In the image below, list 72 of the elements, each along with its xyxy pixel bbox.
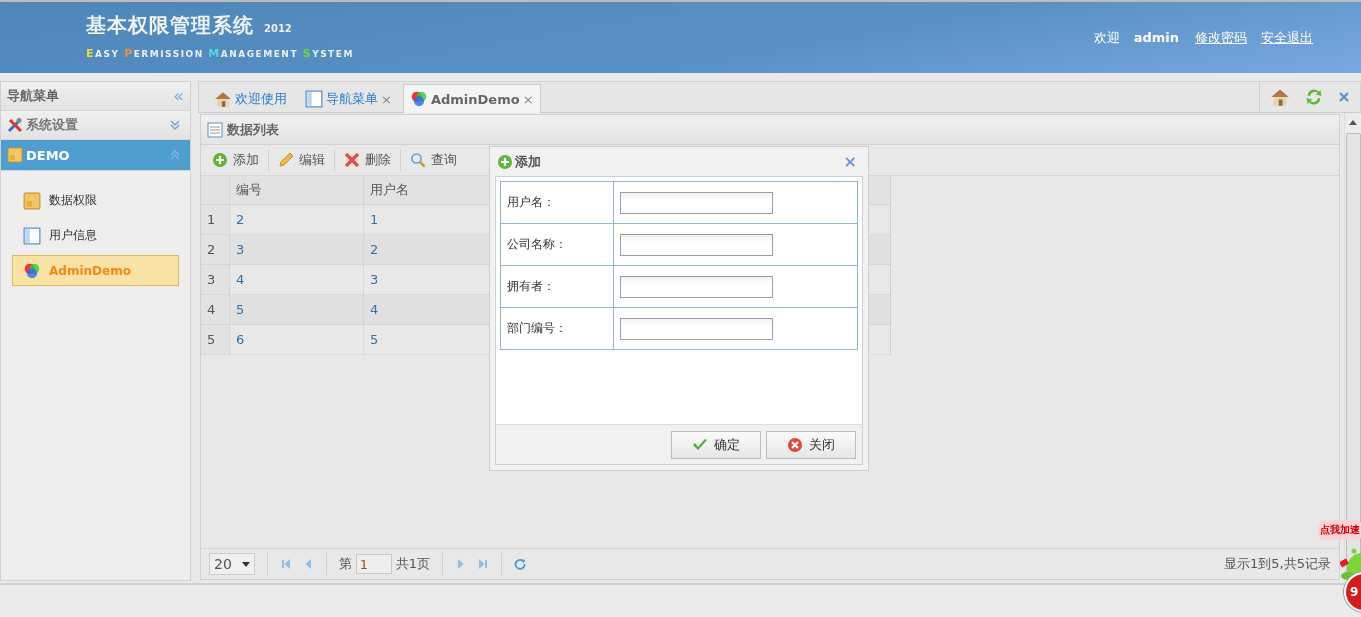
field-label: 公司名称： bbox=[500, 223, 614, 266]
toolbar-button[interactable]: 删除 bbox=[341, 151, 394, 169]
sidebar-item[interactable]: 用户信息 bbox=[12, 220, 179, 251]
folder-icon bbox=[23, 191, 41, 210]
cancel-icon bbox=[787, 436, 803, 453]
caret-icon bbox=[241, 561, 250, 567]
table-cell: 3 bbox=[230, 235, 364, 264]
house-icon[interactable] bbox=[1270, 87, 1290, 107]
house-icon bbox=[214, 90, 232, 108]
header-link[interactable]: 安全退出 bbox=[1261, 28, 1313, 47]
close-tab-button[interactable]: × bbox=[381, 91, 392, 107]
field-label: 用户名： bbox=[500, 181, 614, 224]
input-field[interactable] bbox=[620, 275, 773, 298]
column-header[interactable]: 编号 bbox=[230, 176, 364, 204]
input-field[interactable] bbox=[620, 233, 773, 256]
dialog-title: 添加 bbox=[515, 152, 542, 171]
layout-icon bbox=[23, 226, 41, 245]
chevron-down-icon bbox=[169, 119, 181, 131]
row-number: 1 bbox=[201, 205, 230, 234]
tab[interactable]: AdminDemo × bbox=[402, 84, 541, 113]
close-tab-button[interactable]: × bbox=[522, 91, 534, 107]
field-label: 拥有者： bbox=[500, 265, 614, 308]
page-size-select[interactable]: 20 bbox=[209, 553, 255, 575]
close-button[interactable]: 关闭 bbox=[766, 430, 856, 459]
app-title: 基本权限管理系统 bbox=[86, 11, 254, 39]
panel-title: 数据列表 bbox=[227, 120, 279, 139]
toolbar-button[interactable]: 编辑 bbox=[275, 151, 328, 169]
search-icon bbox=[410, 152, 426, 168]
table-cell: 4 bbox=[230, 265, 364, 294]
tools-icon bbox=[7, 117, 23, 133]
refresh-icon[interactable] bbox=[514, 558, 527, 570]
color-wheel-icon bbox=[23, 261, 41, 280]
layout-icon bbox=[305, 90, 323, 108]
input-field[interactable] bbox=[620, 317, 773, 340]
row-number: 5 bbox=[201, 325, 230, 354]
table-cell: 6 bbox=[230, 325, 364, 354]
tab[interactable]: 欢迎使用 bbox=[207, 85, 294, 112]
table-cell: 5 bbox=[230, 295, 364, 324]
first-page-icon[interactable] bbox=[279, 558, 292, 570]
refresh-icon[interactable] bbox=[1304, 87, 1324, 107]
pencil-icon bbox=[278, 152, 294, 168]
list-icon bbox=[207, 121, 223, 138]
folder-icon bbox=[7, 147, 23, 163]
speech-bubble[interactable]: 点我加速 bbox=[1318, 520, 1361, 540]
app-subtitle: EASY PERMISSION MANAGEMENT SYSTEM bbox=[86, 46, 354, 60]
page-number-field[interactable]: 1 bbox=[355, 554, 392, 574]
chevron-up-icon bbox=[169, 149, 181, 161]
tab[interactable]: 导航菜单 × bbox=[298, 85, 399, 112]
user-name: admin bbox=[1133, 30, 1179, 45]
last-page-icon[interactable] bbox=[477, 558, 490, 570]
color-wheel-icon bbox=[409, 90, 428, 108]
field-label: 部门编号： bbox=[500, 307, 614, 350]
sidebar-item[interactable]: 数据权限 bbox=[12, 185, 179, 216]
toolbar-button[interactable]: 添加 bbox=[209, 151, 262, 169]
welcome-text: 欢迎 bbox=[1093, 28, 1120, 47]
pager-info: 显示1到5,共5记录 bbox=[1224, 555, 1331, 573]
plus-icon bbox=[497, 153, 513, 170]
page-label: 第 bbox=[338, 555, 352, 573]
toolbar-button[interactable]: 查询 bbox=[407, 151, 460, 169]
app-year: 2012 bbox=[264, 22, 292, 34]
delete-icon bbox=[344, 152, 360, 168]
scroll-up-icon[interactable] bbox=[1349, 120, 1357, 125]
close-icon[interactable] bbox=[1338, 91, 1350, 103]
plus-icon bbox=[212, 152, 228, 168]
row-number: 3 bbox=[201, 265, 230, 294]
confirm-button[interactable]: 确定 bbox=[671, 430, 761, 459]
header-link[interactable]: 修改密码 bbox=[1195, 28, 1247, 47]
input-field[interactable] bbox=[620, 191, 773, 214]
sidebar-title: 导航菜单 bbox=[7, 87, 60, 105]
accordion-header[interactable]: DEMO bbox=[1, 140, 190, 171]
page-total: 共1页 bbox=[395, 555, 431, 573]
table-cell: 2 bbox=[230, 205, 364, 234]
